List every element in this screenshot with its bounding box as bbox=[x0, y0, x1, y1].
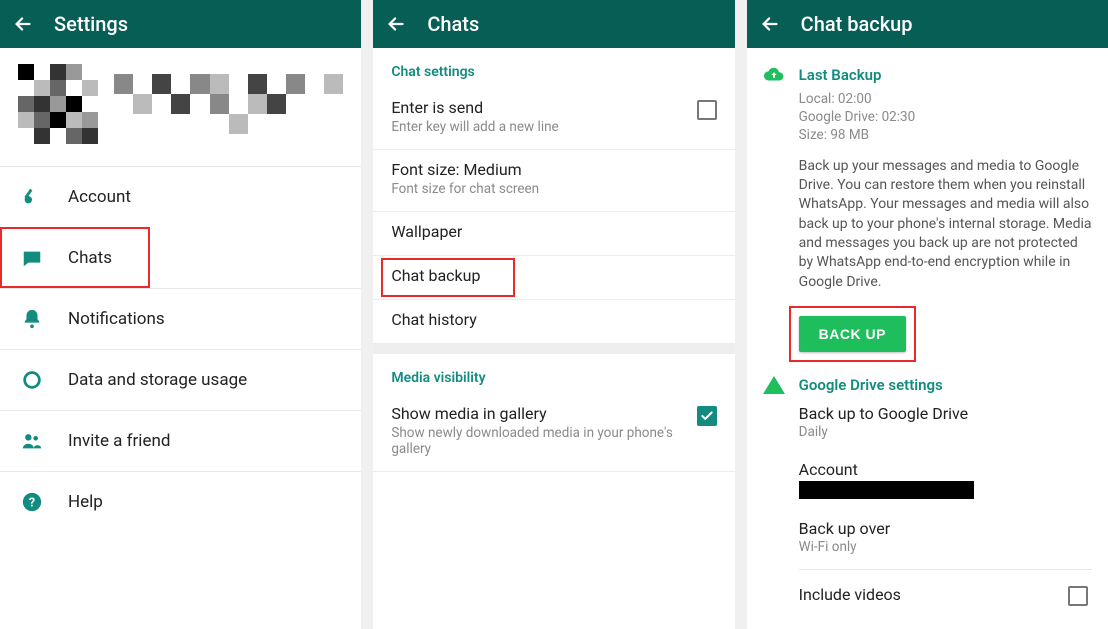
settings-item-chats[interactable]: Chats bbox=[0, 227, 150, 288]
data-circle-icon bbox=[20, 368, 44, 392]
checkbox-include-videos[interactable] bbox=[1068, 586, 1088, 606]
meta-gdrive: Google Drive: 02:30 bbox=[799, 108, 1092, 126]
row-primary: Font size: Medium bbox=[391, 160, 539, 179]
help-icon: ? bbox=[20, 490, 44, 514]
gd-settings-label: Google Drive settings bbox=[799, 376, 943, 394]
profile-name-blurred bbox=[114, 74, 343, 134]
settings-item-label: Help bbox=[68, 492, 103, 512]
settings-item-label: Account bbox=[68, 187, 131, 207]
profile-row[interactable] bbox=[0, 48, 361, 167]
row-primary: Back up to Google Drive bbox=[799, 404, 1092, 423]
cloud-upload-icon bbox=[763, 64, 785, 86]
chat-backup-header: Chat backup bbox=[747, 0, 1108, 48]
row-primary: Chat history bbox=[391, 310, 476, 329]
section-media-visibility: Media visibility bbox=[373, 354, 734, 394]
bell-icon bbox=[20, 307, 44, 331]
checkbox-enter-is-send[interactable] bbox=[697, 100, 717, 120]
backup-description: Back up your messages and media to Googl… bbox=[799, 157, 1092, 292]
row-secondary: Show newly downloaded media in your phon… bbox=[391, 425, 686, 457]
checkbox-show-media[interactable] bbox=[697, 406, 717, 426]
row-primary: Show media in gallery bbox=[391, 404, 686, 423]
row-back-up-over[interactable]: Back up over Wi-Fi only bbox=[799, 509, 1092, 565]
svg-text:?: ? bbox=[29, 496, 35, 511]
settings-item-label: Data and storage usage bbox=[68, 370, 247, 390]
meta-local: Local: 02:00 bbox=[799, 90, 1092, 108]
backup-button-highlight: BACK UP bbox=[789, 306, 916, 362]
back-arrow-icon[interactable] bbox=[12, 13, 34, 35]
settings-item-label: Notifications bbox=[68, 309, 165, 329]
settings-header: Settings bbox=[0, 0, 361, 48]
row-primary: Chat backup bbox=[391, 266, 480, 285]
row-chat-backup[interactable]: Chat backup bbox=[373, 256, 734, 300]
row-secondary: Enter key will add a new line bbox=[391, 119, 558, 135]
chats-panel: Chats Chat settings Enter is send Enter … bbox=[373, 0, 734, 629]
settings-item-label: Invite a friend bbox=[68, 431, 170, 451]
row-enter-is-send[interactable]: Enter is send Enter key will add a new l… bbox=[373, 88, 734, 150]
divider-bar bbox=[373, 344, 734, 354]
last-backup-head: Last Backup bbox=[763, 64, 1092, 86]
key-icon bbox=[20, 185, 44, 209]
last-backup-label: Last Backup bbox=[799, 66, 882, 84]
row-wallpaper[interactable]: Wallpaper bbox=[373, 212, 734, 256]
row-secondary: Font size for chat screen bbox=[391, 181, 539, 197]
back-arrow-icon[interactable] bbox=[385, 13, 407, 35]
row-primary: Enter is send bbox=[391, 98, 558, 117]
backup-meta: Local: 02:00 Google Drive: 02:30 Size: 9… bbox=[799, 90, 1092, 145]
row-secondary: Daily bbox=[799, 424, 1092, 440]
row-chat-history[interactable]: Chat history bbox=[373, 300, 734, 344]
row-primary: Include videos bbox=[799, 585, 901, 604]
settings-list: Account Chats Notifications Data and sto… bbox=[0, 167, 361, 532]
settings-item-notifications[interactable]: Notifications bbox=[0, 288, 361, 349]
row-font-size[interactable]: Font size: Medium Font size for chat scr… bbox=[373, 150, 734, 212]
settings-item-account[interactable]: Account bbox=[0, 167, 361, 227]
people-icon bbox=[20, 429, 44, 453]
settings-panel: Settings Account Chats bbox=[0, 0, 361, 629]
row-show-media[interactable]: Show media in gallery Show newly downloa… bbox=[373, 394, 734, 472]
chats-header: Chats bbox=[373, 0, 734, 48]
settings-item-invite[interactable]: Invite a friend bbox=[0, 410, 361, 471]
row-secondary: Wi-Fi only bbox=[799, 539, 1092, 555]
chats-title: Chats bbox=[427, 12, 479, 36]
settings-item-label: Chats bbox=[68, 248, 112, 268]
settings-item-help[interactable]: ? Help bbox=[0, 471, 361, 532]
row-primary: Account bbox=[799, 460, 1092, 479]
row-account[interactable]: Account bbox=[799, 450, 1092, 509]
gd-settings-head: Google Drive settings bbox=[763, 376, 1092, 394]
back-arrow-icon[interactable] bbox=[759, 13, 781, 35]
meta-size: Size: 98 MB bbox=[799, 126, 1092, 144]
chat-icon bbox=[20, 246, 44, 270]
google-drive-icon bbox=[763, 376, 785, 394]
avatar bbox=[18, 64, 98, 144]
chat-backup-title: Chat backup bbox=[801, 12, 913, 36]
row-backup-to-gdrive[interactable]: Back up to Google Drive Daily bbox=[799, 394, 1092, 450]
row-primary: Back up over bbox=[799, 519, 1092, 538]
section-chat-settings: Chat settings bbox=[373, 48, 734, 88]
row-primary: Wallpaper bbox=[391, 222, 462, 241]
row-include-videos[interactable]: Include videos bbox=[799, 574, 1092, 606]
settings-title: Settings bbox=[54, 12, 128, 36]
chat-backup-panel: Chat backup Last Backup Local: 02:00 Goo… bbox=[747, 0, 1108, 629]
divider bbox=[799, 569, 1092, 570]
backup-button[interactable]: BACK UP bbox=[799, 316, 906, 352]
account-redacted bbox=[799, 481, 974, 499]
settings-item-data-usage[interactable]: Data and storage usage bbox=[0, 349, 361, 410]
